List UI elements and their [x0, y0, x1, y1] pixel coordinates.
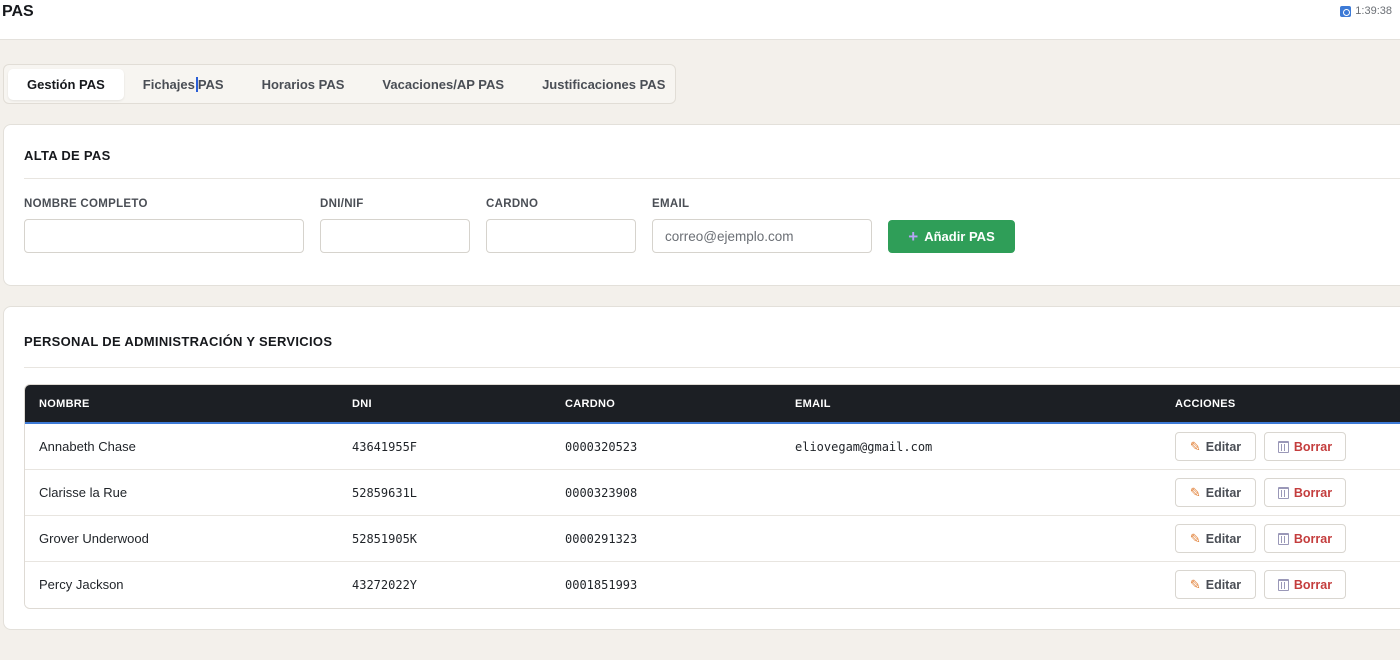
pas-list-card: PERSONAL DE ADMINISTRACIÓN Y SERVICIOS N… [3, 306, 1400, 630]
delete-label: Borrar [1293, 577, 1333, 592]
cell-nombre: Annabeth Chase [39, 439, 136, 454]
pencil-icon: ✎ [1189, 576, 1201, 592]
cell-email: eliovegam@gmail.com [795, 439, 933, 454]
delete-button[interactable]: Borrar [1264, 570, 1346, 599]
tab-gestion-pas[interactable]: Gestión PAS [8, 68, 124, 100]
clock-time: 1:39:38 [1355, 5, 1392, 17]
pencil-icon: ✎ [1189, 438, 1201, 454]
nombre-label: NOMBRE COMPLETO [24, 198, 148, 210]
cardno-input[interactable] [486, 219, 636, 253]
tab-fichajes-pas[interactable]: Fichajes PAS [124, 69, 243, 100]
tab-horarios-pas[interactable]: Horarios PAS [243, 69, 364, 100]
cell-cardno: 0001851993 [565, 577, 638, 592]
add-pas-button[interactable]: + Añadir PAS [888, 220, 1015, 253]
dni-label: DNI/NIF [320, 198, 364, 210]
nombre-input[interactable] [24, 219, 304, 253]
edit-label: Editar [1205, 577, 1242, 592]
delete-label: Borrar [1293, 485, 1333, 500]
cell-nombre: Grover Underwood [39, 531, 149, 546]
alta-divider [24, 178, 1400, 179]
tab-justificaciones-pas[interactable]: Justificaciones PAS [523, 69, 684, 100]
col-cardno: CARDNO [565, 397, 616, 410]
clock-icon [1340, 5, 1352, 17]
tab-fichajes-label-a: Fichajes [142, 76, 195, 92]
alta-title: ALTA DE PAS [24, 148, 111, 163]
col-nombre: NOMBRE [39, 397, 90, 410]
cell-dni: 43641955F [352, 439, 418, 454]
cell-cardno: 0000320523 [565, 439, 638, 454]
table-row: Grover Underwood 52851905K 0000291323 ✎ E… [25, 516, 1400, 562]
table-header: NOMBRE DNI CARDNO EMAIL ACCIONES [25, 385, 1400, 424]
col-acciones: ACCIONES [1175, 397, 1236, 410]
table-row: Annabeth Chase 43641955F 0000320523 elio… [25, 424, 1400, 470]
tab-fichajes-label-b: PAS [197, 76, 224, 92]
email-input[interactable] [652, 219, 872, 253]
alta-pas-card: ALTA DE PAS NOMBRE COMPLETO DNI/NIF CARD… [3, 124, 1400, 286]
col-dni: DNI [352, 397, 372, 410]
cell-nombre: Percy Jackson [39, 577, 124, 592]
tab-bar: Gestión PAS Fichajes PAS Horarios PAS Vac… [3, 64, 676, 104]
page-title: PAS [2, 3, 34, 20]
edit-label: Editar [1205, 485, 1242, 500]
edit-label: Editar [1205, 531, 1242, 546]
delete-button[interactable]: Borrar [1264, 478, 1346, 507]
cell-cardno: 0000291323 [565, 531, 638, 546]
trash-icon [1277, 578, 1289, 591]
add-pas-label: Añadir PAS [924, 229, 995, 244]
list-divider [24, 367, 1400, 368]
cell-dni: 52851905K [352, 531, 418, 546]
trash-icon [1277, 486, 1289, 499]
cell-dni: 43272022Y [352, 577, 418, 592]
edit-button[interactable]: ✎ Editar [1175, 524, 1256, 553]
col-email: EMAIL [795, 397, 831, 410]
edit-label: Editar [1205, 439, 1242, 454]
list-title: PERSONAL DE ADMINISTRACIÓN Y SERVICIOS [24, 334, 333, 349]
table-row: Percy Jackson 43272022Y 0001851993 ✎ Edit… [25, 562, 1400, 608]
pencil-icon: ✎ [1189, 484, 1201, 500]
cell-cardno: 0000323908 [565, 485, 638, 500]
cardno-label: CARDNO [486, 198, 539, 210]
edit-button[interactable]: ✎ Editar [1175, 478, 1256, 507]
delete-button[interactable]: Borrar [1264, 524, 1346, 553]
cell-dni: 52859631L [352, 485, 418, 500]
table-row: Clarisse la Rue 52859631L 0000323908 ✎ Ed… [25, 470, 1400, 516]
email-label: EMAIL [652, 198, 690, 210]
dni-input[interactable] [320, 219, 470, 253]
trash-icon [1277, 440, 1289, 453]
delete-button[interactable]: Borrar [1264, 432, 1346, 461]
pas-table: NOMBRE DNI CARDNO EMAIL ACCIONES Annabet… [24, 384, 1400, 609]
trash-icon [1277, 532, 1289, 545]
tab-vacaciones-pas[interactable]: Vacaciones/AP PAS [363, 69, 523, 100]
delete-label: Borrar [1293, 531, 1333, 546]
pencil-icon: ✎ [1189, 530, 1201, 546]
top-bar: PAS 1:39:38 [0, 0, 1400, 40]
cell-nombre: Clarisse la Rue [39, 485, 128, 500]
plus-icon: + [908, 227, 919, 246]
edit-button[interactable]: ✎ Editar [1175, 432, 1256, 461]
edit-button[interactable]: ✎ Editar [1175, 570, 1256, 599]
delete-label: Borrar [1293, 439, 1333, 454]
clock: 1:39:38 [1340, 5, 1392, 17]
